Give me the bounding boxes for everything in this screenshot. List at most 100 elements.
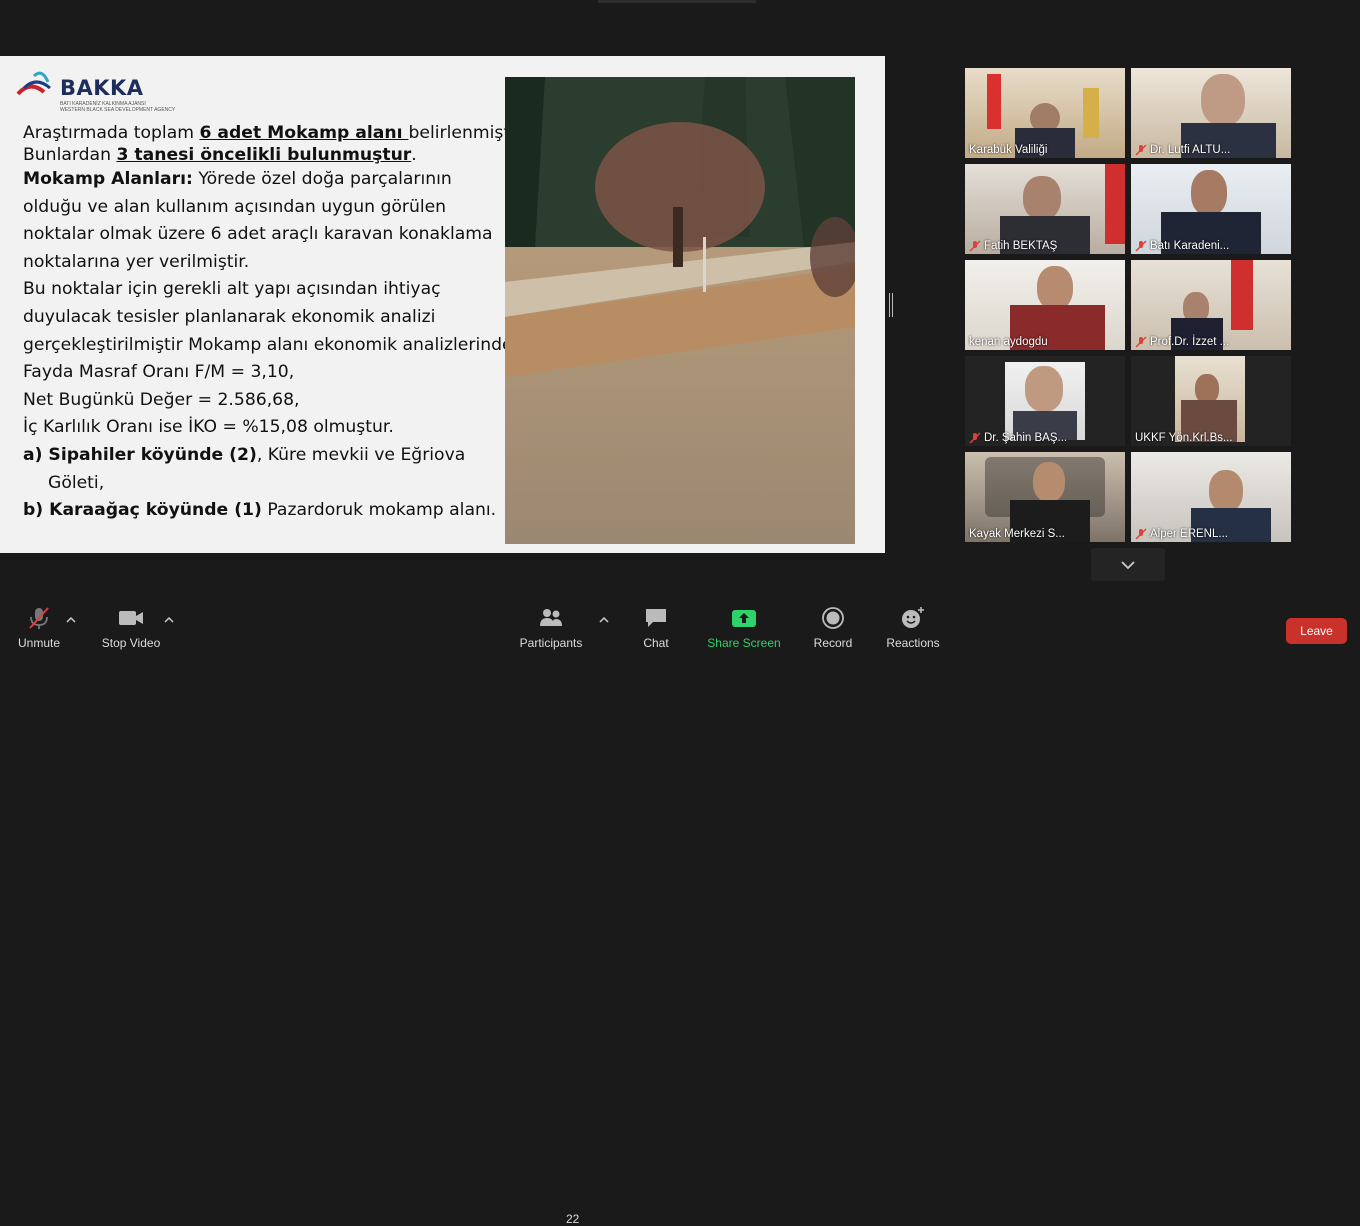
participant-name: Dr. Şahin BAŞ... xyxy=(984,432,1068,444)
top-drag-bar[interactable] xyxy=(598,0,756,3)
participant-name: Batı Karadeni... xyxy=(1150,240,1230,252)
tile-name: UKKF Yön.Krl.Bs... xyxy=(1135,432,1233,444)
video-tile[interactable]: Kayak Merkezi S... xyxy=(965,452,1125,542)
participant-name: kenan aydogdu xyxy=(969,336,1048,348)
tile-name: Dr. Şahin BAŞ... xyxy=(969,432,1067,444)
video-tile[interactable]: UKKF Yön.Krl.Bs... xyxy=(1131,356,1291,446)
slide-line: a) Sipahiler köyünde (2), Küre mevkii ve… xyxy=(23,442,503,470)
slide-line: olduğu ve alan kullanım açısından uygun … xyxy=(23,196,447,217)
person xyxy=(1201,74,1245,126)
person xyxy=(1191,170,1227,216)
stop-video-button[interactable]: Stop Video xyxy=(91,606,171,650)
tile-name: Batı Karadeni... xyxy=(1135,240,1229,252)
unmute-label: Unmute xyxy=(17,636,61,650)
slide-line: duyulacak tesisler planlanarak ekonomik … xyxy=(23,306,436,327)
slide-line: noktalar olmak üzere 6 adet araçlı karav… xyxy=(23,224,493,245)
slide-line: Net Bugünkü Değer = 2.586,68, xyxy=(23,389,300,410)
participant-name: Prof.Dr. İzzet ... xyxy=(1150,336,1230,348)
slide-line: Mokamp Alanları: Yörede özel doğa parçal… xyxy=(23,166,503,194)
slide-line: Bunlardan 3 tanesi öncelikli bulunmuştur… xyxy=(23,144,503,166)
video-options-caret-icon[interactable] xyxy=(164,616,174,624)
landscape-photo xyxy=(505,77,855,544)
flag xyxy=(1105,164,1125,244)
slide-line: Bu noktalar için gerekli alt yapı açısın… xyxy=(23,279,441,300)
meeting-toolbar: Unmute Stop Video Participants 22 Chat S… xyxy=(0,600,1360,1226)
chat-label: Chat xyxy=(643,636,669,650)
slide-line: Göleti, xyxy=(48,472,105,493)
tile-name: Fatih BEKTAŞ xyxy=(969,240,1057,252)
participants-button[interactable]: Participants xyxy=(511,606,591,650)
tile-name: kenan aydogdu xyxy=(969,336,1048,348)
text-run: . xyxy=(411,145,417,165)
text-emphasis: 6 adet Mokamp alanı xyxy=(199,123,409,143)
share-screen-label: Share Screen xyxy=(707,636,781,650)
audio-options-caret-icon[interactable] xyxy=(66,616,76,624)
participant-name: Dr. Lutfi ALTU... xyxy=(1150,144,1231,156)
logo-sub-line-2: WESTERN BLACK SEA DEVELOPMENT AGENCY xyxy=(60,107,176,113)
chat-icon xyxy=(646,609,666,627)
participant-name: Alper ERENL... xyxy=(1150,528,1228,540)
flag xyxy=(1083,88,1099,138)
text-run: Araştırmada toplam xyxy=(23,123,200,143)
tile-name: Karabük Valiliği xyxy=(969,144,1047,156)
share-screen-icon xyxy=(732,610,756,627)
mic-muted-icon xyxy=(969,432,981,444)
tile-name: Kayak Merkezi S... xyxy=(969,528,1065,540)
participants-label: Participants xyxy=(519,636,583,650)
participant-name: Fatih BEKTAŞ xyxy=(984,240,1058,252)
video-tile[interactable]: Karabük Valiliği xyxy=(965,68,1125,158)
record-button[interactable]: Record xyxy=(793,606,873,650)
text-run: , Küre mevkii ve Eğriova xyxy=(256,444,466,465)
slide-line: Araştırmada toplam 6 adet Mokamp alanı b… xyxy=(23,122,526,144)
video-tile[interactable]: Fatih BEKTAŞ xyxy=(965,164,1125,254)
text-run: Yörede özel doğa parçalarının xyxy=(192,169,452,189)
slide-line: b) Karaağaç köyünde (1) Pazardoruk mokam… xyxy=(23,497,503,525)
slide-line: noktalarına yer verilmiştir. xyxy=(23,251,250,272)
person xyxy=(1209,470,1243,512)
video-tile[interactable]: Dr. Lutfi ALTU... xyxy=(1131,68,1291,158)
stop-video-label: Stop Video xyxy=(101,636,161,650)
participant-name: Karabük Valiliği xyxy=(969,144,1048,156)
mic-muted-icon xyxy=(1135,528,1147,540)
flag xyxy=(1231,260,1253,330)
video-camera-icon xyxy=(119,611,143,625)
text-run: Pazardoruk mokamp alanı. xyxy=(261,500,497,521)
person xyxy=(1023,176,1061,220)
person xyxy=(1033,462,1065,502)
slide-line: Fayda Masraf Oranı F/M = 3,10, xyxy=(23,362,295,383)
unmute-button[interactable]: Unmute xyxy=(0,606,79,650)
smiley-plus-icon xyxy=(902,607,924,628)
split-view-handle[interactable] xyxy=(889,293,893,317)
reactions-button[interactable]: Reactions xyxy=(873,606,953,650)
reactions-label: Reactions xyxy=(886,636,940,650)
record-label: Record xyxy=(813,636,853,650)
text-run: Bunlardan xyxy=(23,145,117,165)
mic-muted-icon xyxy=(969,240,981,252)
share-screen-button[interactable]: Share Screen xyxy=(704,606,784,650)
tile-name: Alper ERENL... xyxy=(1135,528,1228,540)
gallery-scroll-down-button[interactable] xyxy=(1091,548,1165,581)
slide-line: gerçekleştirilmiştir Mokamp alanı ekonom… xyxy=(23,334,519,355)
tile-name: Prof.Dr. İzzet ... xyxy=(1135,336,1229,348)
video-tile[interactable]: Batı Karadeni... xyxy=(1131,164,1291,254)
flag xyxy=(987,74,1001,129)
record-icon xyxy=(822,607,844,629)
logo-subtitle: BATI KARADENİZ KALKINMA AJANSI WESTERN B… xyxy=(60,101,175,113)
person xyxy=(1037,266,1073,310)
participants-options-caret-icon[interactable] xyxy=(599,616,609,624)
participants-icon xyxy=(540,609,562,626)
leave-button[interactable]: Leave xyxy=(1286,618,1347,644)
bakka-logo: BAKKA BATI KARADENİZ KALKINMA AJANSI WES… xyxy=(16,66,175,113)
participants-count-badge: 22 xyxy=(566,1212,580,1226)
text-heading: Mokamp Alanları: xyxy=(23,169,193,189)
video-tile[interactable]: Dr. Şahin BAŞ... xyxy=(965,356,1125,446)
mic-muted-icon xyxy=(1135,240,1147,252)
mic-muted-icon xyxy=(1135,144,1147,156)
video-tile[interactable]: Prof.Dr. İzzet ... xyxy=(1131,260,1291,350)
chat-button[interactable]: Chat xyxy=(616,606,696,650)
tile-name: Dr. Lutfi ALTU... xyxy=(1135,144,1230,156)
participant-name: Kayak Merkezi S... xyxy=(969,528,1065,540)
video-tile[interactable]: kenan aydogdu xyxy=(965,260,1125,350)
video-tile[interactable]: Alper ERENL... xyxy=(1131,452,1291,542)
text-emphasis: 3 tanesi öncelikli bulunmuştur xyxy=(116,145,412,165)
